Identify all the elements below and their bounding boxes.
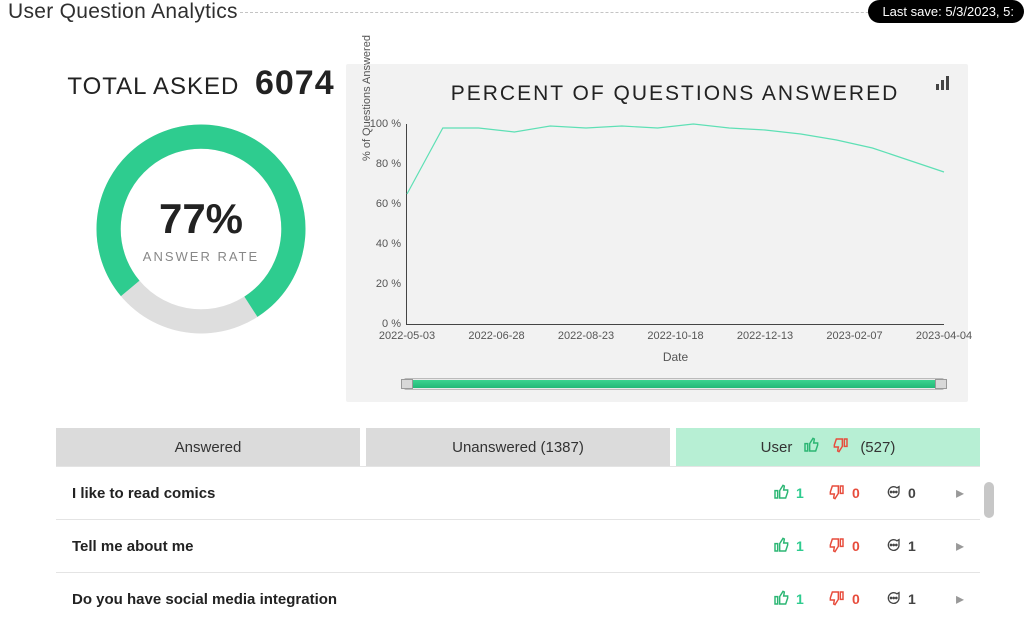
chart-xtick: 2023-04-04 xyxy=(916,330,972,342)
last-save-badge: Last save: 5/3/2023, 5: xyxy=(868,0,1024,23)
total-asked-label: TOTAL ASKED xyxy=(67,73,239,100)
chart-ytick: 80 % xyxy=(361,158,401,170)
chart-xtick: 2022-12-13 xyxy=(737,330,793,342)
bar-chart-icon[interactable] xyxy=(936,76,952,95)
expand-row-icon[interactable]: ▸ xyxy=(940,589,964,609)
comment-stat[interactable]: 1 xyxy=(884,537,940,556)
chart-title: PERCENT OF QUESTIONS ANSWERED xyxy=(406,82,944,106)
chart-ytick: 100 % xyxy=(361,118,401,130)
question-row[interactable]: Tell me about me 1 0 1 ▸ xyxy=(56,520,980,573)
thumbs-up-icon xyxy=(772,537,790,556)
thumbs-down-icon xyxy=(828,537,846,556)
chart-ytick: 40 % xyxy=(361,238,401,250)
chart-ytick: 20 % xyxy=(361,278,401,290)
upvote-count: 1 xyxy=(796,485,804,501)
total-asked-value: 6074 xyxy=(255,64,335,102)
thumbs-down-icon xyxy=(832,437,850,457)
chart-panel: PERCENT OF QUESTIONS ANSWERED % of Quest… xyxy=(346,64,968,402)
answer-rate-percent: 77% xyxy=(159,195,243,243)
expand-row-icon[interactable]: ▸ xyxy=(940,536,964,556)
thumbs-down-icon xyxy=(828,484,846,503)
chart-range-handle-right[interactable] xyxy=(935,379,947,389)
question-text: I like to read comics xyxy=(72,485,772,502)
upvote-stat[interactable]: 1 xyxy=(772,590,828,609)
downvote-count: 0 xyxy=(852,591,860,607)
comment-count: 0 xyxy=(908,485,916,501)
list-scrollbar-thumb[interactable] xyxy=(984,482,994,518)
comment-count: 1 xyxy=(908,538,916,554)
chart-xtick: 2022-08-23 xyxy=(558,330,614,342)
chart-ytick: 0 % xyxy=(361,318,401,330)
upvote-stat[interactable]: 1 xyxy=(772,537,828,556)
tab-unanswered-label: Unanswered (1387) xyxy=(452,439,584,456)
chart-ylabel: % of Questions Answered xyxy=(361,35,373,161)
upvote-count: 1 xyxy=(796,538,804,554)
tab-bar: Answered Unanswered (1387) User (527) xyxy=(56,428,980,466)
chart-range-thumb[interactable] xyxy=(406,380,942,388)
question-row[interactable]: I like to read comics 1 0 0 ▸ xyxy=(56,467,980,520)
comment-icon xyxy=(884,537,902,556)
chart-xtick: 2022-06-28 xyxy=(468,330,524,342)
total-asked-label-row: TOTAL ASKED 6074 xyxy=(56,64,346,103)
question-text: Do you have social media integration xyxy=(72,591,772,608)
answer-rate-donut: 77% ANSWER RATE xyxy=(91,119,311,339)
tab-user[interactable]: User (527) xyxy=(676,428,980,466)
question-list: I like to read comics100▸Tell me about m… xyxy=(56,466,980,619)
chart-xtick: 2023-02-07 xyxy=(826,330,882,342)
list-scrollbar[interactable] xyxy=(984,466,994,616)
tab-answered[interactable]: Answered xyxy=(56,428,360,466)
downvote-stat[interactable]: 0 xyxy=(828,590,884,609)
downvote-stat[interactable]: 0 xyxy=(828,537,884,556)
comment-stat[interactable]: 0 xyxy=(884,484,940,503)
comment-icon xyxy=(884,590,902,609)
thumbs-down-icon xyxy=(828,590,846,609)
question-row[interactable]: Do you have social media integration 1 0 1 ▸ xyxy=(56,573,980,619)
metrics-section: TOTAL ASKED 6074 77% ANSWER RATE PERCENT… xyxy=(56,64,968,402)
chart-range-handle-left[interactable] xyxy=(401,379,413,389)
tab-user-label: User xyxy=(761,439,793,456)
downvote-stat[interactable]: 0 xyxy=(828,484,884,503)
upvote-count: 1 xyxy=(796,591,804,607)
question-text: Tell me about me xyxy=(72,538,772,555)
page-title: User Question Analytics xyxy=(8,0,238,24)
comment-icon xyxy=(884,484,902,503)
chart-plot-area: % of Questions Answered Date 0 %20 %40 %… xyxy=(406,124,944,325)
downvote-count: 0 xyxy=(852,538,860,554)
upvote-stat[interactable]: 1 xyxy=(772,484,828,503)
tab-unanswered[interactable]: Unanswered (1387) xyxy=(366,428,670,466)
thumbs-up-icon xyxy=(802,437,820,457)
chart-xtick: 2022-05-03 xyxy=(379,330,435,342)
total-asked-panel: TOTAL ASKED 6074 77% ANSWER RATE xyxy=(56,64,346,402)
downvote-count: 0 xyxy=(852,485,860,501)
thumbs-up-icon xyxy=(772,484,790,503)
chart-ytick: 60 % xyxy=(361,198,401,210)
tab-answered-label: Answered xyxy=(175,439,242,456)
expand-row-icon[interactable]: ▸ xyxy=(940,483,964,503)
chart-xtick: 2022-10-18 xyxy=(647,330,703,342)
chart-range-scrollbar[interactable] xyxy=(404,378,944,390)
chart-xlabel: Date xyxy=(407,350,944,364)
thumbs-up-icon xyxy=(772,590,790,609)
comment-count: 1 xyxy=(908,591,916,607)
tab-user-count: (527) xyxy=(860,439,895,456)
comment-stat[interactable]: 1 xyxy=(884,590,940,609)
answer-rate-label: ANSWER RATE xyxy=(143,249,259,264)
